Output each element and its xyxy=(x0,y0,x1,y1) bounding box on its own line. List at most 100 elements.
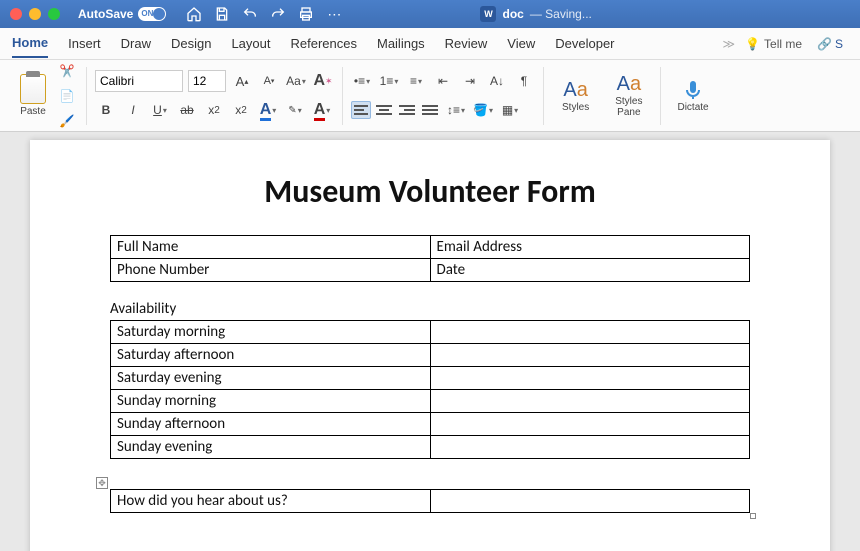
cell-email[interactable]: Email Address xyxy=(430,236,750,259)
dictate-button[interactable]: Dictate xyxy=(669,76,716,115)
bullets-button[interactable]: •≡▾ xyxy=(351,70,373,92)
tab-home[interactable]: Home xyxy=(12,29,48,58)
cell-slot[interactable]: Sunday evening xyxy=(111,436,431,459)
question-table[interactable]: How did you hear about us? xyxy=(110,489,750,513)
cell-full-name[interactable]: Full Name xyxy=(111,236,431,259)
tabs-overflow-icon[interactable]: ≫ xyxy=(723,37,736,51)
table-resize-handle-icon[interactable] xyxy=(750,513,756,519)
align-left-button[interactable] xyxy=(351,101,371,119)
cell-slot[interactable]: Sunday afternoon xyxy=(111,413,431,436)
cell-date[interactable]: Date xyxy=(430,259,750,282)
tab-layout[interactable]: Layout xyxy=(231,30,270,57)
dictate-label: Dictate xyxy=(677,102,708,113)
format-painter-button[interactable]: 🖌️ xyxy=(56,110,78,132)
availability-heading: Availability xyxy=(110,300,750,318)
quick-access-toolbar: ⋯ xyxy=(186,6,342,22)
save-icon[interactable] xyxy=(214,6,230,22)
multilevel-list-button[interactable]: ≡▾ xyxy=(405,70,427,92)
copy-button[interactable]: 📄 xyxy=(56,85,78,107)
availability-table[interactable]: Saturday morning Saturday afternoon Satu… xyxy=(110,320,750,459)
increase-font-button[interactable]: A▴ xyxy=(231,70,253,92)
paste-button[interactable]: Paste xyxy=(16,72,50,119)
show-marks-button[interactable]: ¶ xyxy=(513,70,535,92)
tab-design[interactable]: Design xyxy=(171,30,211,57)
table-move-handle-icon[interactable]: ✥ xyxy=(96,477,108,489)
align-center-button[interactable] xyxy=(374,101,394,119)
table-row[interactable]: Phone Number Date xyxy=(111,259,750,282)
print-icon[interactable] xyxy=(298,6,314,22)
undo-icon[interactable] xyxy=(242,6,258,22)
home-icon[interactable] xyxy=(186,6,202,22)
contact-table[interactable]: Full Name Email Address Phone Number Dat… xyxy=(110,235,750,282)
italic-button[interactable]: I xyxy=(122,99,144,121)
table-row: How did you hear about us? xyxy=(111,490,750,513)
change-case-button[interactable]: Aa▾ xyxy=(285,70,307,92)
cell-empty[interactable] xyxy=(430,344,750,367)
document-name: doc xyxy=(502,7,523,21)
cell-answer[interactable] xyxy=(430,490,750,513)
tab-draw[interactable]: Draw xyxy=(121,30,151,57)
document-page[interactable]: Museum Volunteer Form Full Name Email Ad… xyxy=(30,140,830,551)
table-row: Sunday morning xyxy=(111,390,750,413)
tell-me[interactable]: 💡 Tell me xyxy=(745,37,802,51)
cell-slot[interactable]: Saturday morning xyxy=(111,321,431,344)
cell-slot[interactable]: Saturday afternoon xyxy=(111,344,431,367)
document-workspace[interactable]: Museum Volunteer Form Full Name Email Ad… xyxy=(0,132,860,551)
close-window-button[interactable] xyxy=(10,8,22,20)
tab-developer[interactable]: Developer xyxy=(555,30,614,57)
styles-button[interactable]: Aa Styles xyxy=(552,77,599,115)
superscript-button[interactable]: x2 xyxy=(230,99,252,121)
text-effects-button[interactable]: A▾ xyxy=(257,99,279,121)
tab-references[interactable]: References xyxy=(291,30,357,57)
autosave-control[interactable]: AutoSave ON xyxy=(78,7,166,21)
numbering-button[interactable]: 1≡▾ xyxy=(378,70,400,92)
table-row: Saturday evening xyxy=(111,367,750,390)
share-button[interactable]: 🔗 S xyxy=(812,34,848,54)
tab-review[interactable]: Review xyxy=(445,30,488,57)
styles-pane-button[interactable]: Aa Styles Pane xyxy=(605,71,652,120)
decrease-font-button[interactable]: A▾ xyxy=(258,70,280,92)
title-center: W doc — Saving... xyxy=(350,6,722,22)
font-size-select[interactable] xyxy=(188,70,226,92)
line-spacing-button[interactable]: ↕≡▾ xyxy=(445,99,467,121)
titlebar: AutoSave ON ⋯ W doc — Saving... xyxy=(0,0,860,28)
styles-group: Aa Styles Aa Styles Pane xyxy=(544,67,661,125)
decrease-indent-button[interactable]: ⇤ xyxy=(432,70,454,92)
cell-empty[interactable] xyxy=(430,413,750,436)
cell-slot[interactable]: Saturday evening xyxy=(111,367,431,390)
justify-button[interactable] xyxy=(420,101,440,119)
cell-empty[interactable] xyxy=(430,436,750,459)
styles-icon: Aa xyxy=(563,79,587,102)
cut-button[interactable]: ✂️ xyxy=(56,60,78,82)
subscript-button[interactable]: x2 xyxy=(203,99,225,121)
cell-phone[interactable]: Phone Number xyxy=(111,259,431,282)
strikethrough-button[interactable]: ab xyxy=(176,99,198,121)
underline-button[interactable]: U▾ xyxy=(149,99,171,121)
cell-question[interactable]: How did you hear about us? xyxy=(111,490,431,513)
tab-insert[interactable]: Insert xyxy=(68,30,101,57)
minimize-window-button[interactable] xyxy=(29,8,41,20)
increase-indent-button[interactable]: ⇥ xyxy=(459,70,481,92)
paragraph-group: •≡▾ 1≡▾ ≡▾ ⇤ ⇥ A↓ ¶ ↕≡▾ 🪣▾ ▦▾ xyxy=(343,67,544,125)
cell-slot[interactable]: Sunday morning xyxy=(111,390,431,413)
clear-formatting-button[interactable]: A✶ xyxy=(312,70,334,92)
tab-mailings[interactable]: Mailings xyxy=(377,30,425,57)
cell-empty[interactable] xyxy=(430,390,750,413)
redo-icon[interactable] xyxy=(270,6,286,22)
cell-empty[interactable] xyxy=(430,321,750,344)
sort-button[interactable]: A↓ xyxy=(486,70,508,92)
font-color-button[interactable]: A▾ xyxy=(311,99,333,121)
font-name-select[interactable] xyxy=(95,70,183,92)
cell-empty[interactable] xyxy=(430,367,750,390)
align-right-button[interactable] xyxy=(397,101,417,119)
bold-button[interactable]: B xyxy=(95,99,117,121)
table-row: Saturday afternoon xyxy=(111,344,750,367)
table-row[interactable]: Full Name Email Address xyxy=(111,236,750,259)
borders-button[interactable]: ▦▾ xyxy=(499,99,521,121)
tab-view[interactable]: View xyxy=(507,30,535,57)
shading-button[interactable]: 🪣▾ xyxy=(472,99,494,121)
autosave-toggle[interactable]: ON xyxy=(138,7,166,21)
more-icon[interactable]: ⋯ xyxy=(326,6,342,22)
highlight-button[interactable]: ✎▾ xyxy=(284,99,306,121)
maximize-window-button[interactable] xyxy=(48,8,60,20)
